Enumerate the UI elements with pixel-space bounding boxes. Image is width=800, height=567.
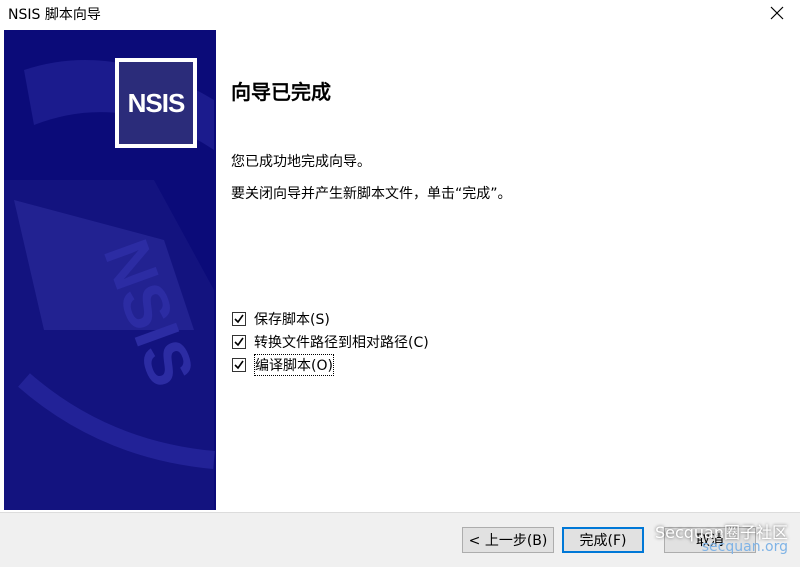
finish-button[interactable]: 完成(F) [562, 527, 644, 553]
checkmark-icon [234, 360, 244, 370]
checkbox-label: 编译脚本(O) [254, 354, 334, 376]
button-bar: < 上一步(B) 完成(F) 取消 Secquan圈子社区 secquan.or… [0, 512, 800, 567]
checkbox-box[interactable] [232, 312, 246, 326]
window-title: NSIS 脚本向导 [8, 7, 101, 23]
save-script-checkbox[interactable]: 保存脚本(S) [232, 309, 330, 329]
checkmark-icon [234, 314, 244, 324]
back-button[interactable]: < 上一步(B) [462, 527, 554, 553]
checkbox-label: 保存脚本(S) [254, 312, 330, 328]
wizard-side-banner: NSIS NSIS [4, 30, 216, 510]
close-button[interactable] [754, 0, 800, 26]
page-heading: 向导已完成 [231, 80, 331, 104]
compile-script-checkbox[interactable]: 编译脚本(O) [232, 354, 334, 376]
nsis-logo-text: NSIS [127, 87, 186, 118]
info-line-2: 要关闭向导并产生新脚本文件，单击“完成”。 [231, 186, 512, 202]
checkmark-icon [234, 337, 244, 347]
relative-paths-checkbox[interactable]: 转换文件路径到相对路径(C) [232, 332, 429, 352]
checkbox-label: 转换文件路径到相对路径(C) [254, 335, 429, 351]
wizard-content: NSIS NSIS 向导已完成 您已成功地完成向导。 要关闭向导并产生新脚本文件… [0, 26, 800, 512]
watermark-url: secquan.org [701, 539, 788, 555]
checkbox-box[interactable] [232, 335, 246, 349]
title-bar: NSIS 脚本向导 [0, 0, 800, 26]
info-line-1: 您已成功地完成向导。 [231, 154, 371, 170]
nsis-logo: NSIS [115, 58, 197, 148]
checkbox-box[interactable] [232, 358, 246, 372]
close-icon [770, 6, 784, 20]
